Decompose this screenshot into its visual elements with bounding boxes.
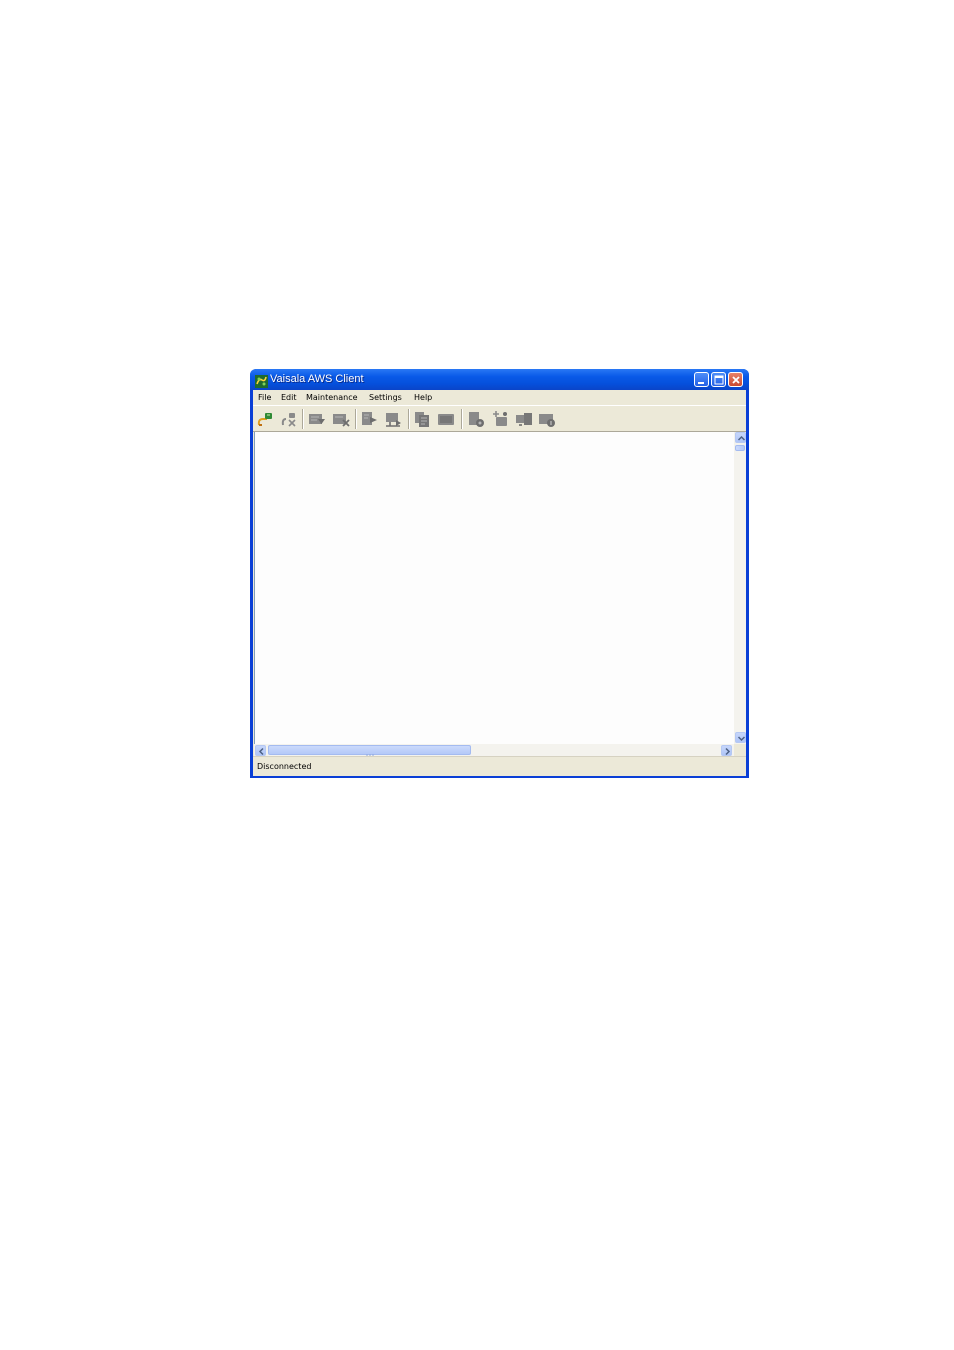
scroll-down-button[interactable] [735,732,746,743]
toolbar-separator [302,409,304,429]
connection-status: Disconnected [257,762,312,771]
open-file-button[interactable] [360,410,378,428]
disconnect-icon [281,413,296,427]
monitor-icon [516,413,532,426]
connect-icon [257,413,272,426]
download-icon [309,414,325,424]
sensor-icon [493,411,507,426]
vertical-scroll-thumb[interactable] [735,445,745,451]
upload-button[interactable] [384,410,402,428]
client-area: File Edit Maintenance Settings Help Disc… [253,390,746,776]
chevron-down-icon [737,736,746,742]
toolbar-separator [408,409,410,429]
scroll-left-button[interactable] [255,745,266,756]
menu-bar: File Edit Maintenance Settings Help [253,390,746,405]
settings-icon [469,412,484,427]
delete-log-button[interactable] [332,410,350,428]
horizontal-scroll-thumb[interactable] [268,745,471,758]
scrollbar-corner [734,744,746,756]
open-file-icon [362,412,377,425]
maximize-icon [714,375,724,385]
monitor-button[interactable] [515,410,533,428]
toolbar-separator [461,409,463,429]
app-logo-icon [255,373,268,388]
settings-button[interactable] [467,410,485,428]
window-title: Vaisala AWS Client [270,373,364,385]
minimize-button[interactable] [694,372,709,387]
download-button[interactable] [308,410,326,428]
app-window: Vaisala AWS Client File Edit Maintenance… [250,369,749,778]
toolbar [253,405,746,432]
menu-file[interactable]: File [258,393,271,403]
main-content-area[interactable] [254,432,734,744]
scroll-right-button[interactable] [721,745,732,756]
menu-help[interactable]: Help [414,393,432,403]
copy-icon [415,412,429,427]
message-button[interactable] [437,410,455,428]
info-icon [539,414,555,427]
menu-maintenance[interactable]: Maintenance [306,393,358,403]
toolbar-separator [355,409,357,429]
connect-button[interactable] [256,410,274,428]
info-button[interactable] [538,410,556,428]
title-bar[interactable]: Vaisala AWS Client [250,369,749,390]
sensor-button[interactable] [491,410,509,428]
copy-button[interactable] [413,410,431,428]
message-icon [438,414,454,425]
horizontal-scrollbar[interactable] [254,744,734,758]
minimize-icon [698,382,704,384]
close-icon [732,376,740,384]
chevron-up-icon [737,435,746,441]
scroll-up-button[interactable] [735,432,746,443]
maximize-button[interactable] [711,372,726,387]
vertical-scrollbar[interactable] [734,432,746,744]
status-bar: Disconnected [253,756,746,776]
delete-log-icon [333,414,350,427]
menu-settings[interactable]: Settings [369,393,402,403]
disconnect-button[interactable] [280,410,298,428]
upload-icon [386,413,401,427]
menu-edit[interactable]: Edit [281,393,297,403]
close-button[interactable] [728,372,743,387]
